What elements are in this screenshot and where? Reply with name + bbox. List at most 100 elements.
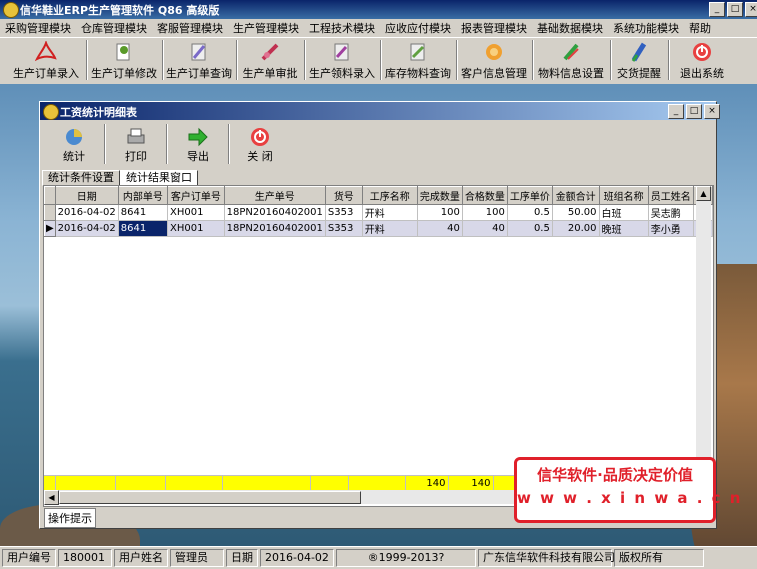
cell-employee[interactable]: 吴志鹏 bbox=[648, 204, 694, 221]
toolbar-label: 客户信息管理 bbox=[461, 67, 527, 80]
menu-help[interactable]: 帮助 bbox=[684, 20, 716, 36]
menu-basic-data[interactable]: 基础数据模块 bbox=[532, 20, 608, 36]
menu-purchase[interactable]: 采购管理模块 bbox=[0, 20, 76, 36]
export-button[interactable]: 导出 bbox=[169, 122, 227, 166]
company-name: 广东信华软件科技有限公司 bbox=[478, 549, 615, 567]
cell-date[interactable]: 2016-04-02 bbox=[55, 204, 119, 221]
header-row: 日期 内部单号 客户订单号 生产单号 货号 工序名称 完成数量 合格数量 工序单… bbox=[44, 186, 713, 205]
cell-production-no[interactable]: 18PN20160402001 bbox=[224, 220, 326, 237]
cell-process[interactable]: 开料 bbox=[362, 220, 418, 237]
minimize-button[interactable]: _ bbox=[709, 2, 725, 17]
col-qualified-qty[interactable]: 合格数量 bbox=[461, 186, 508, 205]
tab-strip: 统计条件设置 统计结果窗口 bbox=[42, 170, 198, 186]
menu-system[interactable]: 系统功能模块 bbox=[608, 20, 684, 36]
menu-production[interactable]: 生产管理模块 bbox=[228, 20, 304, 36]
flower-edit-icon bbox=[116, 43, 130, 61]
cell-process[interactable]: 开料 bbox=[362, 204, 418, 221]
toolbar-approve-button[interactable]: 生产单审批 bbox=[238, 38, 302, 84]
material-settings-icon bbox=[563, 43, 579, 61]
printer-icon bbox=[127, 128, 145, 144]
toolbar-label: 退出系统 bbox=[680, 67, 724, 80]
cell-employee[interactable]: 李小勇 bbox=[648, 220, 694, 237]
child-close-button[interactable]: × bbox=[704, 104, 720, 119]
tab-conditions[interactable]: 统计条件设置 bbox=[42, 170, 120, 186]
table-row-selected[interactable]: ▶ 2016-04-02 8641 XH001 18PN20160402001 … bbox=[44, 220, 713, 237]
cell-unit-price[interactable]: 0.5 bbox=[507, 204, 553, 221]
toolbar-delivery-reminder-button[interactable]: 交货提醒 bbox=[612, 38, 666, 84]
cell-date[interactable]: 2016-04-02 bbox=[55, 220, 119, 237]
cell-internal-no-focused[interactable]: 8641 bbox=[118, 220, 168, 237]
stats-icon bbox=[66, 129, 82, 145]
cell-qualified[interactable]: 100 bbox=[462, 204, 508, 221]
child-maximize-button[interactable]: □ bbox=[686, 104, 702, 119]
cell-completed[interactable]: 100 bbox=[417, 204, 463, 221]
cell-internal-no[interactable]: 8641 bbox=[118, 204, 168, 221]
watermark-url: w w w . x i n w a . c n bbox=[517, 489, 743, 507]
col-date[interactable]: 日期 bbox=[54, 186, 119, 205]
toolbar-exit-button[interactable]: 退出系统 bbox=[672, 38, 732, 84]
col-production-no[interactable]: 生产单号 bbox=[223, 186, 326, 205]
scroll-left-button[interactable]: ◀ bbox=[44, 490, 59, 505]
cell-production-no[interactable]: 18PN20160402001 bbox=[224, 204, 326, 221]
cell-item-no[interactable]: S353 bbox=[325, 220, 363, 237]
cell-customer-order[interactable]: XH001 bbox=[167, 220, 225, 237]
menu-customer-service[interactable]: 客服管理模块 bbox=[152, 20, 228, 36]
copyright-text: ®1999-2013? bbox=[336, 549, 476, 567]
col-process-name[interactable]: 工序名称 bbox=[361, 186, 418, 205]
material-entry-icon bbox=[334, 43, 349, 61]
export-label: 导出 bbox=[187, 150, 209, 163]
menu-engineering[interactable]: 工程技术模块 bbox=[304, 20, 380, 36]
col-unit-price[interactable]: 工序单价 bbox=[506, 186, 553, 205]
toolbar-order-query-button[interactable]: 生产订单查询 bbox=[164, 38, 234, 84]
col-customer-order[interactable]: 客户订单号 bbox=[166, 186, 225, 205]
col-team[interactable]: 班组名称 bbox=[598, 186, 649, 205]
stats-label: 统计 bbox=[63, 150, 85, 163]
operation-tips-tab[interactable]: 操作提示 bbox=[44, 508, 96, 528]
toolbar-separator bbox=[104, 124, 106, 164]
toolbar-order-edit-button[interactable]: 生产订单修改 bbox=[88, 38, 160, 84]
close-button[interactable]: × bbox=[745, 2, 757, 17]
scroll-thumb[interactable] bbox=[59, 491, 361, 504]
date-label: 日期 bbox=[226, 549, 258, 567]
col-item-no[interactable]: 货号 bbox=[324, 186, 363, 205]
col-completed-qty[interactable]: 完成数量 bbox=[416, 186, 463, 205]
toolbar-separator bbox=[228, 124, 230, 164]
close-window-button[interactable]: 关 闭 bbox=[231, 122, 289, 166]
col-amount[interactable]: 金额合计 bbox=[551, 186, 600, 205]
toolbar-separator bbox=[166, 124, 168, 164]
cell-qualified[interactable]: 40 bbox=[462, 220, 508, 237]
cell-team[interactable]: 晚班 bbox=[599, 220, 649, 237]
cell-completed[interactable]: 40 bbox=[417, 220, 463, 237]
close-label: 关 闭 bbox=[247, 150, 273, 163]
toolbar-label: 生产领料录入 bbox=[309, 67, 375, 80]
cell-customer-order[interactable]: XH001 bbox=[167, 204, 225, 221]
toolbar-customer-button[interactable]: 客户信息管理 bbox=[458, 38, 530, 84]
menu-receivables[interactable]: 应收应付模块 bbox=[380, 20, 456, 36]
col-internal-no[interactable]: 内部单号 bbox=[117, 186, 168, 205]
vertical-scrollbar[interactable]: ▲ ▼ bbox=[696, 186, 711, 488]
table-row[interactable]: 2016-04-02 8641 XH001 18PN20160402001 S3… bbox=[44, 204, 713, 221]
toolbar-material-entry-button[interactable]: 生产领料录入 bbox=[306, 38, 378, 84]
tab-results[interactable]: 统计结果窗口 bbox=[120, 170, 198, 186]
cell-item-no[interactable]: S353 bbox=[325, 204, 363, 221]
col-employee[interactable]: 员工姓名 bbox=[647, 186, 694, 205]
stats-button[interactable]: 统计 bbox=[45, 122, 103, 166]
print-button[interactable]: 打印 bbox=[107, 122, 165, 166]
pdf-icon bbox=[35, 41, 57, 62]
reminder-icon bbox=[631, 42, 647, 62]
menu-warehouse[interactable]: 仓库管理模块 bbox=[76, 20, 152, 36]
cell-unit-price[interactable]: 0.5 bbox=[507, 220, 553, 237]
toolbar-inventory-query-button[interactable]: 库存物料查询 bbox=[382, 38, 454, 84]
cell-team[interactable]: 白班 bbox=[599, 204, 649, 221]
toolbar-order-entry-button[interactable]: 生产订单录入 bbox=[8, 38, 84, 84]
power-icon bbox=[693, 43, 711, 61]
menu-reports[interactable]: 报表管理模块 bbox=[456, 20, 532, 36]
toolbar-material-settings-button[interactable]: 物料信息设置 bbox=[534, 38, 608, 84]
scroll-up-button[interactable]: ▲ bbox=[696, 186, 711, 201]
cell-amount[interactable]: 20.00 bbox=[552, 220, 600, 237]
child-minimize-button[interactable]: _ bbox=[668, 104, 684, 119]
maximize-button[interactable]: □ bbox=[727, 2, 743, 17]
cell-amount[interactable]: 50.00 bbox=[552, 204, 600, 221]
window-controls: _ □ × bbox=[709, 2, 757, 17]
toolbar-label: 生产单审批 bbox=[242, 67, 298, 80]
